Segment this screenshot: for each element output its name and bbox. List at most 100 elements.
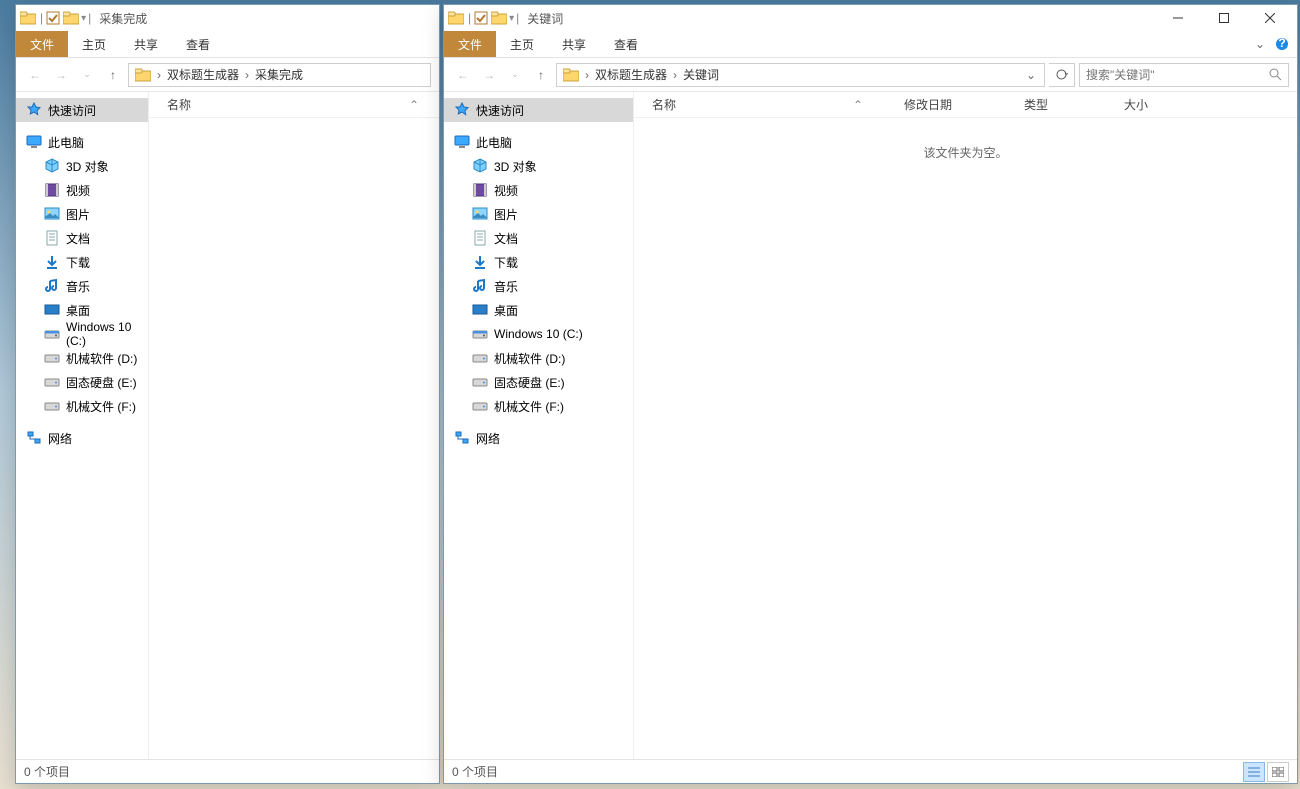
sidebar-item-this-pc[interactable]: 此电脑 [444,130,633,154]
empty-folder-message: 该文件夹为空。 [634,144,1297,161]
column-type[interactable]: 类型 [1014,96,1114,113]
sidebar-item-quick-access[interactable]: 快速访问 [444,98,633,122]
help-icon[interactable]: ? [1275,37,1289,51]
sidebar-item-desktop[interactable]: 桌面 [444,298,633,322]
check-icon[interactable] [473,10,489,26]
sidebar-item-quick-access[interactable]: 快速访问 [16,98,148,122]
breadcrumb-segment[interactable]: 双标题生成器 [163,66,243,83]
sidebar-item-network[interactable]: 网络 [16,426,148,450]
sidebar-item-music[interactable]: 音乐 [444,274,633,298]
label: 桌面 [66,302,90,319]
breadcrumb-segment[interactable]: 采集完成 [251,66,307,83]
sidebar-item-drive-d[interactable]: 机械软件 (D:) [444,346,633,370]
search-box[interactable] [1079,63,1289,87]
nav-back-button[interactable]: ← [24,64,46,86]
check-icon[interactable] [45,10,61,26]
ribbon-tab-home[interactable]: 主页 [496,31,548,57]
chevron-right-icon[interactable]: › [243,68,251,82]
status-bar: 0 个项目 [16,759,439,783]
music-icon [472,278,488,294]
chevron-right-icon[interactable]: › [155,68,163,82]
sidebar-item-documents[interactable]: 文档 [16,226,148,250]
sidebar-item-downloads[interactable]: 下载 [444,250,633,274]
ribbon-tab-home[interactable]: 主页 [68,31,120,57]
sidebar-item-this-pc[interactable]: 此电脑 [16,130,148,154]
explorer-window-left: | ▾ | 采集完成 文件 主页 共享 查看 ← → ⌄ ↑ › 双标题生成器 … [15,4,440,784]
picture-icon [472,206,488,222]
sidebar-item-pictures[interactable]: 图片 [16,202,148,226]
document-icon [44,230,60,246]
address-bar[interactable]: › 双标题生成器 › 关键词 ⌄ [556,63,1045,87]
music-icon [44,278,60,294]
sidebar-item-videos[interactable]: 视频 [444,178,633,202]
ribbon-tab-view[interactable]: 查看 [172,31,224,57]
sidebar-item-documents[interactable]: 文档 [444,226,633,250]
network-icon [26,430,42,446]
ribbon-collapse-icon[interactable]: ⌄ [1255,37,1265,51]
qat-dropdown-icon[interactable]: ▾ [509,13,514,24]
nav-forward-button[interactable]: → [50,64,72,86]
sidebar-item-videos[interactable]: 视频 [16,178,148,202]
sidebar-item-3d[interactable]: 3D 对象 [444,154,633,178]
qat-dropdown-icon[interactable]: ▾ [81,13,86,24]
nav-recent-dropdown[interactable]: ⌄ [76,64,98,86]
sidebar-item-downloads[interactable]: 下载 [16,250,148,274]
sidebar-item-desktop[interactable]: 桌面 [16,298,148,322]
sidebar-item-drive-f[interactable]: 机械文件 (F:) [444,394,633,418]
chevron-right-icon[interactable]: › [583,68,591,82]
ribbon-tab-file[interactable]: 文件 [444,31,496,57]
folder-icon[interactable] [491,10,507,26]
column-name[interactable]: 名称⌃ [634,96,894,113]
label: 固态硬盘 (E:) [494,374,565,391]
column-date[interactable]: 修改日期 [894,96,1014,113]
ribbon-tab-share[interactable]: 共享 [120,31,172,57]
sort-indicator-icon[interactable]: ⌃ [409,98,439,112]
label: 下载 [494,254,518,271]
minimize-button[interactable] [1155,5,1201,31]
search-input[interactable] [1080,68,1269,82]
column-name[interactable]: 名称 [149,96,409,113]
sidebar-item-drive-c[interactable]: Windows 10 (C:) [16,322,148,346]
column-size[interactable]: 大小 [1114,96,1194,113]
label: 机械文件 (F:) [66,398,136,415]
sidebar-item-3d[interactable]: 3D 对象 [16,154,148,178]
refresh-button[interactable] [1049,63,1075,87]
nav-back-button[interactable]: ← [452,64,474,86]
file-list-area[interactable]: 名称 ⌃ [149,92,439,759]
breadcrumb-segment[interactable]: 双标题生成器 [591,66,671,83]
nav-forward-button[interactable]: → [478,64,500,86]
search-icon[interactable] [1269,68,1282,81]
nav-up-button[interactable]: ↑ [530,64,552,86]
sidebar-item-drive-e[interactable]: 固态硬盘 (E:) [16,370,148,394]
sidebar-item-drive-e[interactable]: 固态硬盘 (E:) [444,370,633,394]
sidebar-item-drive-d[interactable]: 机械软件 (D:) [16,346,148,370]
titlebar[interactable]: | ▾ | 关键词 [444,5,1297,31]
sidebar-item-drive-f[interactable]: 机械文件 (F:) [16,394,148,418]
folder-icon[interactable] [63,10,79,26]
address-bar[interactable]: › 双标题生成器 › 采集完成 [128,63,431,87]
picture-icon [44,206,60,222]
address-dropdown-icon[interactable]: ⌄ [1020,68,1042,82]
sidebar-item-music[interactable]: 音乐 [16,274,148,298]
maximize-button[interactable] [1201,5,1247,31]
ribbon-tab-view[interactable]: 查看 [600,31,652,57]
column-headers: 名称⌃ 修改日期 类型 大小 [634,92,1297,118]
close-button[interactable] [1247,5,1293,31]
nav-up-button[interactable]: ↑ [102,64,124,86]
chevron-right-icon[interactable]: › [671,68,679,82]
nav-recent-dropdown[interactable]: ⌄ [504,64,526,86]
titlebar[interactable]: | ▾ | 采集完成 [16,5,439,31]
star-icon [454,102,470,118]
sidebar-item-pictures[interactable]: 图片 [444,202,633,226]
label: 快速访问 [476,102,524,119]
view-large-icons-button[interactable] [1267,762,1289,782]
folder-icon [559,67,583,83]
breadcrumb-segment[interactable]: 关键词 [679,66,723,83]
label: 3D 对象 [66,158,109,175]
ribbon-tab-share[interactable]: 共享 [548,31,600,57]
file-list-area[interactable]: 名称⌃ 修改日期 类型 大小 该文件夹为空。 [634,92,1297,759]
sidebar-item-drive-c[interactable]: Windows 10 (C:) [444,322,633,346]
ribbon-tab-file[interactable]: 文件 [16,31,68,57]
sidebar-item-network[interactable]: 网络 [444,426,633,450]
view-details-button[interactable] [1243,762,1265,782]
